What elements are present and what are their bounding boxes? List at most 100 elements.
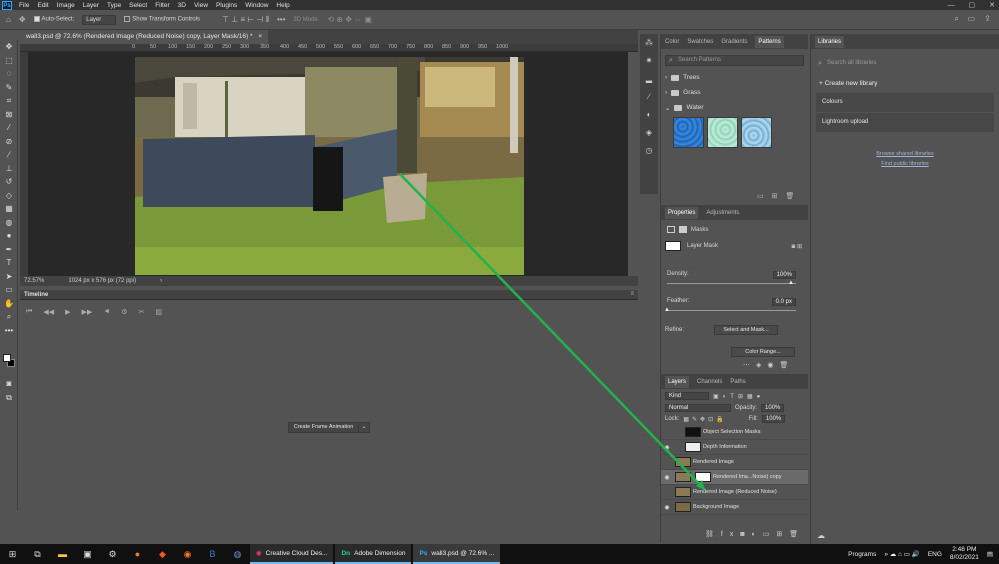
tab-adjustments[interactable]: Adjustments xyxy=(706,210,739,216)
type-tool-icon[interactable]: T xyxy=(0,256,18,270)
history-icon[interactable]: ◷ xyxy=(640,142,658,160)
zoom-tool-icon[interactable]: ⌕ xyxy=(0,310,18,324)
feather-slider-thumb[interactable]: ▲ xyxy=(664,307,670,313)
language-indicator[interactable]: ENG xyxy=(928,551,942,558)
layer-row[interactable]: ◉ Background Image xyxy=(661,500,808,515)
home-icon[interactable]: ⌂ xyxy=(6,15,11,24)
screen-mode-icon[interactable]: ⧉ xyxy=(0,391,18,405)
layer-name[interactable]: Depth Information xyxy=(703,444,747,450)
search-icon[interactable]: ⌕ xyxy=(955,14,959,24)
shape-tool-icon[interactable]: ▭ xyxy=(0,283,18,297)
auto-select-checkbox[interactable]: Auto-Select: xyxy=(33,16,74,23)
layer-row[interactable]: Rendered Image (Reduced Noise) xyxy=(661,485,808,500)
store-icon[interactable]: ▣ xyxy=(75,549,100,560)
library-item-lightroom[interactable]: Lightroom upload xyxy=(816,113,994,132)
eye-icon[interactable]: ◉ xyxy=(661,444,673,451)
density-slider-thumb[interactable]: ▲ xyxy=(788,280,794,286)
workspace-icon[interactable]: ▭ xyxy=(967,14,975,23)
layer-name[interactable]: Rendered Ima...Noise) copy xyxy=(713,474,781,480)
color-icon[interactable]: ✷ xyxy=(640,52,658,70)
healing-tool-icon[interactable]: ⊘ xyxy=(0,135,18,149)
audio-icon[interactable]: ◄ xyxy=(103,308,110,316)
learn-icon[interactable]: ⁂ xyxy=(640,34,658,52)
foreground-color-swatch[interactable] xyxy=(3,354,11,362)
menu-file[interactable]: File xyxy=(15,2,33,9)
taskbar-app-photoshop[interactable]: Ps wall3.psd @ 72.6% ... xyxy=(413,544,501,564)
split-icon[interactable]: ✂ xyxy=(138,308,144,316)
file-explorer-icon[interactable]: ▬ xyxy=(50,549,75,559)
first-frame-icon[interactable]: ⏮ xyxy=(26,308,32,316)
b-app-icon[interactable]: B xyxy=(200,549,225,559)
layer-name[interactable]: Object Selection Masks xyxy=(703,429,760,435)
tab-channels[interactable]: Channels xyxy=(697,379,722,385)
more-options-icon[interactable]: ••• xyxy=(277,15,285,24)
taskbar-app-dimension[interactable]: Dn Adobe Dimension xyxy=(335,544,412,564)
layer-kind-filter[interactable]: Kind xyxy=(665,392,709,400)
feather-input[interactable]: 0.0 px xyxy=(771,298,796,306)
maximize-button[interactable]: ▢ xyxy=(969,1,976,9)
tab-paths[interactable]: Paths xyxy=(730,379,745,385)
cloud-icon[interactable]: ☁ xyxy=(817,531,825,540)
menu-select[interactable]: Select xyxy=(125,2,151,9)
taskbar-app-creative-cloud[interactable]: ◉ Creative Cloud Des... xyxy=(250,544,334,564)
brave-icon[interactable]: ◆ xyxy=(150,549,175,560)
pen-tool-icon[interactable]: ✒ xyxy=(0,243,18,257)
document-tab[interactable]: wall3.psd @ 72.6% (Rendered Image (Reduc… xyxy=(20,30,269,44)
eyedropper-tool-icon[interactable]: ⁄ xyxy=(0,121,18,135)
gradient-tool-icon[interactable]: ▦ xyxy=(0,202,18,216)
document-image[interactable] xyxy=(135,57,524,275)
zoom-level[interactable]: 72.57% xyxy=(24,278,44,284)
mask-options-icon[interactable]: ◙ ⊞ xyxy=(792,243,802,250)
pattern-group-water[interactable]: ⌄ Water xyxy=(661,100,808,115)
stamp-tool-icon[interactable]: ⊥ xyxy=(0,162,18,176)
chevron-right-icon[interactable]: › xyxy=(665,89,667,96)
layer-mask-thumbnail[interactable] xyxy=(665,241,681,251)
layers-footer-icons[interactable]: ⛓fx◙◐▭⊞🗑 xyxy=(705,530,805,538)
eye-icon[interactable]: ◉ xyxy=(661,474,673,481)
share-icon[interactable]: ⇪ xyxy=(984,14,991,23)
close-window-button[interactable]: ✕ xyxy=(989,1,995,9)
eye-icon[interactable]: ◉ xyxy=(661,504,673,511)
layer-row[interactable]: Rendered Image xyxy=(661,455,808,470)
pattern-swatch[interactable] xyxy=(741,117,772,148)
hand-tool-icon[interactable]: ✋ xyxy=(0,297,18,311)
select-and-mask-button[interactable]: Select and Mask... xyxy=(714,325,779,335)
3d-icon[interactable]: ◈ xyxy=(640,124,658,142)
app-icon[interactable]: ⚙ xyxy=(100,549,125,560)
minimize-button[interactable]: — xyxy=(948,2,955,9)
status-arrow-icon[interactable]: › xyxy=(160,278,162,284)
filter-icons[interactable]: ▣◐T⊞▦● xyxy=(713,393,764,400)
lasso-tool-icon[interactable]: ◌ xyxy=(0,67,18,81)
menu-window[interactable]: Window xyxy=(241,2,272,9)
align-icons[interactable]: ⊤ ⊥ ≡ ⊢ ⊣ ⫴ xyxy=(222,15,269,25)
layer-mask-thumbnail[interactable] xyxy=(695,472,711,482)
color-range-button[interactable]: Color Range... xyxy=(731,347,795,357)
create-frame-animation-label[interactable]: Create Frame Animation xyxy=(289,423,358,432)
library-item-colours[interactable]: Colours xyxy=(816,93,994,112)
eraser-tool-icon[interactable]: ◇ xyxy=(0,189,18,203)
move-tool-icon[interactable]: ✥ xyxy=(19,15,26,24)
menu-edit[interactable]: Edit xyxy=(33,2,52,9)
pattern-group-grass[interactable]: › Grass xyxy=(661,85,808,100)
transition-icon[interactable]: ▨ xyxy=(155,308,162,316)
lock-icons[interactable]: ▦✎✥⊡🔒 xyxy=(683,416,726,423)
chevron-down-icon[interactable]: ⌄ xyxy=(665,104,670,112)
frame-tool-icon[interactable]: ⊠ xyxy=(0,108,18,122)
tab-libraries[interactable]: Libraries xyxy=(815,35,845,48)
firefox-icon[interactable]: ● xyxy=(125,549,150,559)
more-tools-icon[interactable]: ••• xyxy=(0,324,18,338)
close-tab-icon[interactable]: × xyxy=(258,33,262,40)
brush-tool-icon[interactable]: ∕ xyxy=(0,148,18,162)
chevron-down-icon[interactable]: ⌄ xyxy=(358,423,369,432)
blender-icon[interactable]: ◉ xyxy=(175,549,200,560)
menu-3d[interactable]: 3D xyxy=(174,2,190,9)
auto-select-dropdown[interactable]: Layer xyxy=(82,14,117,25)
density-slider[interactable]: ▲ xyxy=(667,280,796,286)
discord-icon[interactable]: ◍ xyxy=(225,549,250,560)
pattern-group-trees[interactable]: › Trees xyxy=(661,70,808,85)
pattern-swatch[interactable] xyxy=(673,117,704,148)
create-frame-animation-button[interactable]: Create Frame Animation ⌄ xyxy=(288,422,370,433)
fill-input[interactable]: 100% xyxy=(761,415,786,423)
prev-frame-icon[interactable]: ◀◀ xyxy=(43,308,54,316)
histogram-icon[interactable]: ▂ xyxy=(640,70,658,88)
